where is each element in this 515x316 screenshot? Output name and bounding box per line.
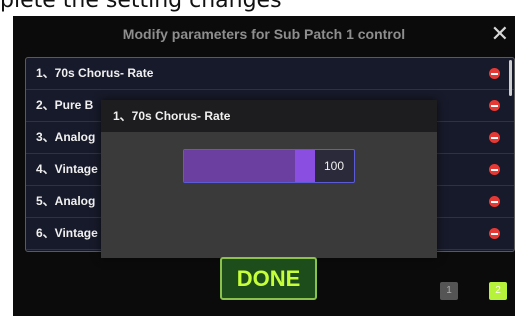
list-item[interactable]: 1、70s Chorus- Rate [26,58,514,90]
editor-title: 1、70s Chorus- Rate [101,100,437,132]
minus-circle-icon[interactable] [489,164,500,175]
slider-value: 100 [323,159,344,173]
minus-circle-icon[interactable] [489,100,500,111]
list-item-label: 2、Pure B [36,98,94,112]
list-item-label: 5、Analog [36,194,96,208]
minus-circle-icon[interactable] [489,132,500,143]
minus-circle-icon[interactable] [489,196,500,207]
page-button-1[interactable]: 1 [440,282,458,300]
slider-fill [184,150,295,182]
page-button-2[interactable]: 2 [489,282,507,300]
close-icon[interactable]: ✕ [491,23,509,45]
minus-circle-icon[interactable] [489,68,500,79]
list-item-label: 4、Vintage [36,162,98,176]
done-button[interactable]: DONE [220,257,317,300]
minus-circle-icon[interactable] [489,228,500,239]
slider-handle[interactable] [295,150,315,182]
list-item-label: 1、70s Chorus- Rate [36,66,154,80]
list-scrollbar[interactable] [509,60,512,96]
dialog-title: Modify parameters for Sub Patch 1 contro… [122,26,406,42]
value-editor-popup: 1、70s Chorus- Rate 100 [101,100,437,258]
value-slider[interactable]: 100 [183,149,355,183]
modify-parameters-dialog: Modify parameters for Sub Patch 1 contro… [13,16,515,316]
list-item-label: 3、Analog [36,130,96,144]
